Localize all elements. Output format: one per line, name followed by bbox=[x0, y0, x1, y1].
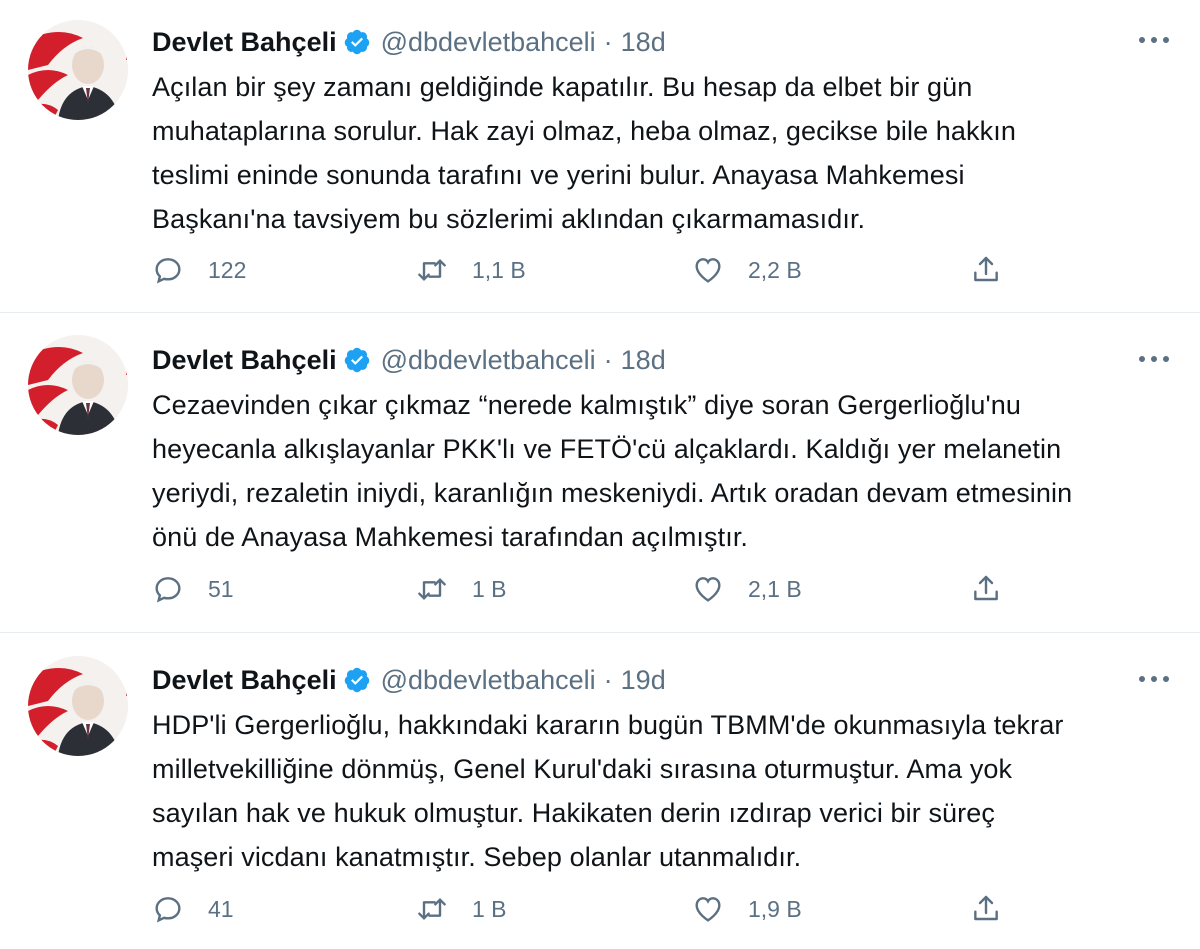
reply-count: 51 bbox=[208, 575, 234, 602]
author-name[interactable]: Devlet Bahçeli bbox=[152, 22, 337, 62]
author-name[interactable]: Devlet Bahçeli bbox=[152, 660, 337, 700]
tweet[interactable]: Devlet Bahçeli @dbdevletbahceli · 19d HD… bbox=[0, 633, 1200, 949]
tweet-actions: 41 1 B 1,9 B bbox=[152, 889, 1012, 929]
verified-badge-icon bbox=[344, 667, 369, 693]
separator-dot: · bbox=[603, 27, 613, 57]
verified-badge-icon bbox=[344, 29, 369, 55]
tweet-header: Devlet Bahçeli @dbdevletbahceli · 19d bbox=[152, 660, 666, 700]
author-name[interactable]: Devlet Bahçeli bbox=[152, 340, 337, 380]
heart-icon bbox=[695, 258, 721, 283]
share-icon bbox=[974, 256, 998, 282]
heart-icon bbox=[695, 897, 721, 922]
avatar[interactable] bbox=[28, 335, 128, 435]
separator-dot: · bbox=[603, 345, 613, 375]
share-button[interactable] bbox=[970, 569, 1002, 609]
like-button[interactable]: 1,9 B bbox=[692, 889, 802, 929]
tweet-header: Devlet Bahçeli @dbdevletbahceli · 18d bbox=[152, 340, 666, 380]
tweet-feed: Devlet Bahçeli @dbdevletbahceli · 18d Aç… bbox=[0, 0, 1200, 949]
retweet-count: 1 B bbox=[472, 575, 507, 602]
like-button[interactable]: 2,1 B bbox=[692, 569, 802, 609]
tweet-text: Cezaevinden çıkar çıkmaz “nerede kalmışt… bbox=[152, 390, 1073, 552]
timestamp[interactable]: 18d bbox=[621, 340, 666, 380]
reply-icon bbox=[155, 897, 181, 923]
author-handle[interactable]: @dbdevletbahceli bbox=[381, 22, 596, 62]
timestamp[interactable]: 19d bbox=[621, 660, 666, 700]
share-button[interactable] bbox=[970, 250, 1002, 290]
author-handle[interactable]: @dbdevletbahceli bbox=[381, 340, 596, 380]
retweet-icon bbox=[418, 898, 446, 920]
timestamp[interactable]: 18d bbox=[621, 22, 666, 62]
tweet-text: HDP'li Gergerlioğlu, hakkındaki kararın … bbox=[152, 710, 1064, 872]
share-button[interactable] bbox=[970, 889, 1002, 929]
separator-dot: · bbox=[603, 665, 613, 695]
reply-icon bbox=[155, 577, 181, 603]
tweet-actions: 122 1,1 B 2,2 B bbox=[152, 250, 1012, 290]
reply-icon bbox=[155, 258, 181, 284]
more-options-icon[interactable] bbox=[1136, 30, 1172, 50]
retweet-icon bbox=[418, 578, 446, 600]
tweet-header: Devlet Bahçeli @dbdevletbahceli · 18d bbox=[152, 22, 666, 62]
tweet-actions: 51 1 B 2,1 B bbox=[152, 569, 1012, 609]
more-options-icon[interactable] bbox=[1136, 349, 1172, 369]
like-count: 1,9 B bbox=[748, 895, 802, 922]
retweet-button[interactable]: 1,1 B bbox=[416, 250, 526, 290]
retweet-icon bbox=[418, 259, 446, 281]
retweet-button[interactable]: 1 B bbox=[416, 889, 507, 929]
avatar[interactable] bbox=[28, 656, 128, 756]
retweet-button[interactable]: 1 B bbox=[416, 569, 507, 609]
verified-badge-icon bbox=[344, 347, 369, 373]
tweet-text: Açılan bir şey zamanı geldiğinde kapatıl… bbox=[152, 72, 1016, 234]
retweet-count: 1 B bbox=[472, 895, 507, 922]
reply-count: 41 bbox=[208, 895, 234, 922]
reply-count: 122 bbox=[208, 256, 247, 283]
reply-button[interactable]: 41 bbox=[152, 889, 234, 929]
tweet[interactable]: Devlet Bahçeli @dbdevletbahceli · 18d Aç… bbox=[0, 0, 1200, 313]
heart-icon bbox=[695, 577, 721, 602]
share-icon bbox=[974, 575, 998, 601]
like-count: 2,2 B bbox=[748, 256, 802, 283]
avatar[interactable] bbox=[28, 20, 128, 120]
like-count: 2,1 B bbox=[748, 575, 802, 602]
tweet[interactable]: Devlet Bahçeli @dbdevletbahceli · 18d Ce… bbox=[0, 313, 1200, 633]
reply-button[interactable]: 122 bbox=[152, 250, 246, 290]
reply-button[interactable]: 51 bbox=[152, 569, 234, 609]
share-icon bbox=[974, 895, 998, 921]
like-button[interactable]: 2,2 B bbox=[692, 250, 802, 290]
retweet-count: 1,1 B bbox=[472, 256, 526, 283]
author-handle[interactable]: @dbdevletbahceli bbox=[381, 660, 596, 700]
more-options-icon[interactable] bbox=[1136, 669, 1172, 689]
